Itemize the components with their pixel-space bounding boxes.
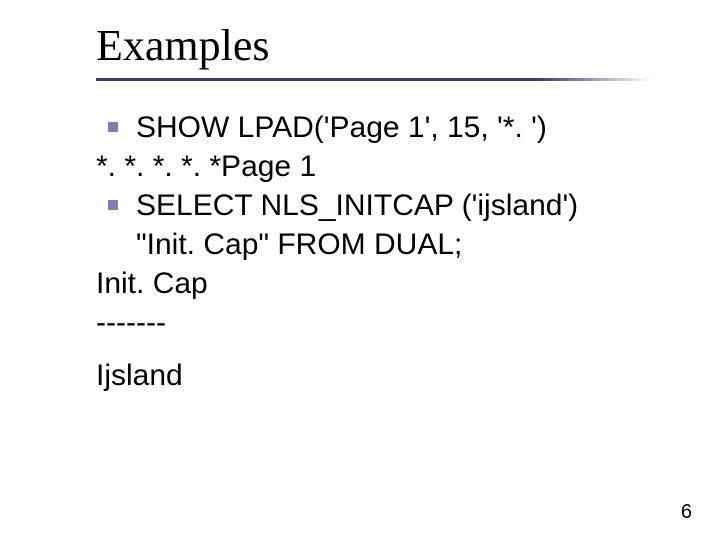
page-number: 6 <box>681 501 692 524</box>
continuation-line: "Init. Cap" FROM DUAL; <box>96 225 656 264</box>
line-text: SHOW LPAD('Page 1', 15, '*. ') <box>136 111 547 144</box>
bullet-line-1: SHOW LPAD('Page 1', 15, '*. ') <box>96 108 656 147</box>
slide: Examples SHOW LPAD('Page 1', 15, '*. ') … <box>0 0 720 540</box>
bullet-line-2: SELECT NLS_INITCAP ('ijsland') <box>96 186 656 225</box>
square-bullet-icon <box>108 200 118 210</box>
output-header-line: Init. Cap <box>96 264 656 303</box>
slide-body: SHOW LPAD('Page 1', 15, '*. ') *. *. *. … <box>96 108 656 395</box>
output-divider-line: ------- <box>96 303 656 342</box>
blank-line <box>96 342 656 356</box>
line-text: SELECT NLS_INITCAP ('ijsland') <box>136 189 578 222</box>
output-line-1: *. *. *. *. *Page 1 <box>96 147 656 186</box>
square-bullet-icon <box>108 122 118 132</box>
slide-title: Examples <box>96 20 270 71</box>
title-underline <box>96 78 651 81</box>
output-value-line: Ijsland <box>96 356 656 395</box>
